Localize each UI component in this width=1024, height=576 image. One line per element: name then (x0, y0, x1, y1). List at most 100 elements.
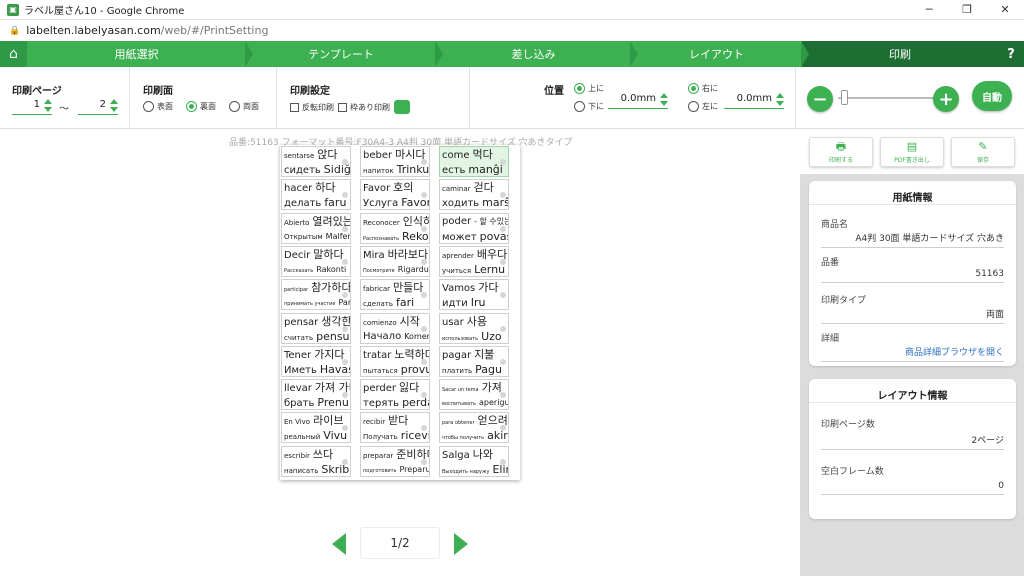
pdf-export-button[interactable]: ▤ PDF書き出し (880, 137, 944, 167)
word-card[interactable]: sentarse앉다сидетьSidiğu (281, 146, 351, 177)
card-word: 하다 (315, 181, 336, 195)
radio-label: 下に (588, 102, 604, 111)
mirror-print-checkbox[interactable]: 反転印刷 (290, 102, 334, 113)
page-to-spinner[interactable] (110, 99, 118, 113)
horizontal-offset-input[interactable]: 0.0mm (724, 93, 784, 109)
auto-fit-button[interactable]: 自動 (972, 81, 1012, 111)
word-card[interactable]: beber 마시다 напиток Trinku (360, 146, 430, 177)
page-from-spinner[interactable] (44, 99, 52, 113)
product-detail-link[interactable]: 商品詳細ブラウザを開く (821, 345, 1004, 362)
card-line: usar 사용 (442, 315, 487, 329)
word-card[interactable]: pagar 지불 платить Pagu (439, 345, 509, 377)
word-card[interactable]: para obtener얻으려면чтобы получитьakiri (439, 412, 509, 444)
word-card[interactable]: En Vivo 라이브 реальный Vivu (281, 412, 351, 444)
word-card[interactable]: usar 사용 использовать Uzo (439, 312, 509, 344)
print-button[interactable]: 🖶 印刷する (809, 137, 873, 167)
vertical-offset-value: 0.0mm (620, 93, 656, 104)
card-word: Favor (363, 183, 391, 195)
step-layout[interactable]: レイアウト (631, 41, 809, 67)
home-icon[interactable]: ⌂ (0, 41, 27, 67)
card-hole (421, 225, 427, 232)
vertical-offset-input[interactable]: 0.0mm (608, 93, 668, 109)
zoom-in-button[interactable]: + (933, 86, 959, 112)
word-card[interactable]: escribir쓰다написатьSkribu (281, 445, 351, 477)
app-icon: ▣ (7, 3, 19, 16)
step-print[interactable]: 印刷 (802, 41, 998, 67)
card-hole (421, 258, 427, 265)
radio-down[interactable]: 下に (574, 101, 604, 112)
card-word: Открытым (284, 232, 323, 241)
word-card[interactable]: Sacar un tema 가져 воспитывать aperigu (439, 379, 509, 411)
word-card[interactable]: caminar걷다ходитьmarŝi (439, 179, 509, 211)
word-card[interactable]: Tener 가지다 Иметь Havas (281, 345, 351, 377)
card-word: fari (395, 296, 415, 310)
previous-page-button[interactable] (332, 533, 346, 555)
word-card[interactable]: Reconocer인식하다РаспознаватьRekoni (360, 212, 430, 244)
next-page-button[interactable] (454, 533, 468, 555)
word-card[interactable]: participar참가하다принимать участиеPartopren… (281, 279, 351, 311)
zoom-slider-handle[interactable] (841, 90, 848, 105)
radio-left[interactable]: 左に (688, 101, 718, 112)
word-card[interactable]: hacer 하다 делать faru (281, 179, 351, 211)
card-word: реальный (284, 433, 321, 442)
step-template[interactable]: テンプレート (246, 41, 443, 67)
radio-front[interactable]: 表面 (143, 101, 173, 112)
card-word: чтобы получить (442, 435, 485, 442)
card-hole (500, 325, 506, 332)
word-card[interactable]: comienzo시작НачалоKomencu (360, 312, 430, 344)
word-card[interactable]: preparar준비하다подготовитьPreparu (360, 445, 430, 477)
word-card[interactable]: Salga나와Выходить наружуEliri (439, 445, 509, 477)
word-card[interactable]: Decir 말하다 Рассказать Rakonti (281, 245, 351, 277)
word-card[interactable]: pensar생각한다считатьpensu (281, 312, 351, 344)
card-word: напиток (363, 167, 394, 175)
word-card[interactable]: Mira 바라보다 Посмотрите Rigardu (360, 245, 430, 277)
step-merge[interactable]: 差し込み (436, 41, 638, 67)
card-word: 인식하다 (402, 214, 429, 228)
zoom-out-button[interactable]: − (807, 86, 833, 112)
word-card[interactable]: tratar노력하다пытатьсяprovu (360, 345, 430, 377)
word-card[interactable]: poder- 할 수있는 можетpovas (439, 212, 509, 244)
frame-print-checkbox[interactable]: 枠あり印刷 (338, 102, 390, 113)
page-to-input[interactable]: 2 (78, 99, 118, 115)
maximize-button[interactable]: ❐ (948, 3, 986, 16)
zoom-slider[interactable] (838, 97, 938, 99)
vertical-offset-spinner[interactable] (660, 93, 668, 107)
range-separator: ～ (59, 104, 69, 115)
word-card[interactable]: llevar가져 가다братьPrenu (281, 379, 351, 411)
card-line: Посмотрите Rigardu (363, 263, 429, 276)
radio-up[interactable]: 上に (574, 83, 604, 94)
word-card[interactable]: Abierto열려있는ОткрытымMalfermita (281, 212, 351, 244)
word-card[interactable]: aprender 배우다 учиться Lernu (439, 245, 509, 277)
frame-color-button[interactable] (394, 100, 410, 114)
label-sheet: sentarse앉다сидетьSidiğu beber마시다напитокTri… (280, 145, 520, 480)
step-paper-select[interactable]: 用紙選択 (27, 41, 253, 67)
url-path: /web/#/PrintSetting (160, 24, 269, 37)
radio-both[interactable]: 両面 (229, 101, 259, 112)
card-word: aprender (442, 251, 474, 260)
step-arrow (435, 41, 443, 67)
print-type-value: 両面 (821, 307, 1004, 324)
card-word: Tener (284, 349, 312, 361)
radio-right[interactable]: 右に (688, 83, 718, 94)
card-word: 만들다 (393, 281, 424, 295)
url-host: labelten.labelyasan.com (26, 24, 161, 37)
radio-back[interactable]: 裏面 (186, 101, 216, 112)
card-word: perdas (402, 396, 429, 410)
close-button[interactable]: ✕ (986, 3, 1024, 16)
word-card[interactable]: Favor호의УслугаFavoro (360, 179, 430, 211)
minimize-button[interactable]: ─ (910, 3, 948, 16)
word-card[interactable]: come 먹다 есть manĝi (439, 146, 509, 177)
word-card[interactable]: Vamos 가다 идти Iru (439, 279, 509, 311)
horizontal-offset-spinner[interactable] (776, 93, 784, 107)
radio-circle (688, 83, 699, 94)
page-from-value: 1 (33, 99, 40, 110)
help-button[interactable]: ? (998, 41, 1024, 67)
step-arrow (630, 41, 638, 67)
page-from-input[interactable]: 1 (12, 99, 52, 115)
address-bar[interactable]: 🔒 labelten.labelyasan.com /web/#/PrintSe… (0, 20, 1024, 41)
step-arrow (801, 41, 809, 67)
word-card[interactable]: fabricar 만들다 сделать fari (360, 279, 430, 311)
word-card[interactable]: recibir 받다 Получать ricevi (360, 412, 430, 444)
word-card[interactable]: perder잃다терятьperdas (360, 379, 430, 411)
save-button[interactable]: ✎ 保存 (951, 137, 1015, 167)
